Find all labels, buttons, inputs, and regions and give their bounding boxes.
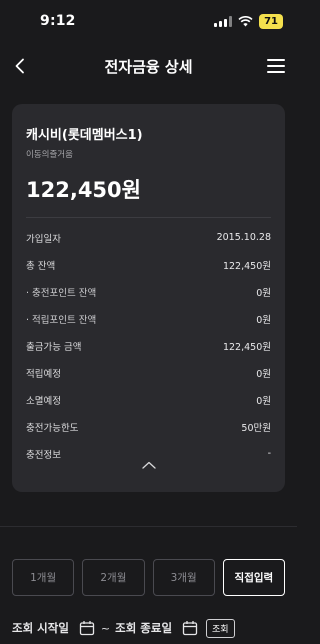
tab-1-month[interactable]: 1개월 [12,559,75,596]
detail-value: 0원 [256,314,271,326]
menu-button[interactable] [265,56,287,76]
wifi-icon [238,16,253,27]
battery-indicator: 71 [259,14,283,29]
range-separator: ~ [100,621,111,635]
detail-label: 충전가능한도 [26,422,79,434]
period-tabs: 1개월 2개월 3개월 직접입력 [12,559,285,596]
section-divider [0,526,297,527]
detail-row-charge-limit: 충전가능한도 50만원 [26,413,271,440]
hamburger-menu-icon [267,59,285,61]
tab-2-months[interactable]: 2개월 [82,559,145,596]
detail-label: 출금가능 금액 [26,341,82,353]
search-button[interactable]: 조회 [206,618,235,638]
detail-value: 2015.10.28 [216,232,271,243]
collapse-button[interactable] [12,461,285,469]
tab-direct-input[interactable]: 직접입력 [222,559,285,596]
detail-label: · 적립포인트 잔액 [26,314,97,326]
detail-label: 적립예정 [26,368,61,380]
detail-row-expected-reward: 적립예정 0원 [26,359,271,386]
detail-row-expected-expiry: 소멸예정 0원 [26,386,271,413]
detail-list: 가입일자 2015.10.28 총 잔액 122,450원 · 충전포인트 잔액… [26,224,271,467]
detail-row-reward-point: · 적립포인트 잔액 0원 [26,305,271,332]
detail-label: 가입일자 [26,233,61,245]
detail-value: 122,450원 [222,260,271,272]
e-finance-card: 캐시비(롯데멤버스1) 이동의즐거움 122,450원 가입일자 2015.10… [12,104,285,492]
card-subtitle: 이동의즐거움 [26,150,73,160]
detail-label: 충전정보 [26,449,61,461]
date-range: 조회 시작일 ~ 조회 종료일 조회 [12,614,285,642]
detail-row-charge-point: · 충전포인트 잔액 0원 [26,278,271,305]
end-date-field[interactable]: 조회 종료일 [115,620,172,636]
card-name: 캐시비(롯데멤버스1) [26,128,143,143]
detail-value: 0원 [256,368,271,380]
detail-value: 122,450원 [222,341,271,353]
signal-icon [214,16,233,27]
detail-value: 0원 [256,395,271,407]
detail-row-join-date: 가입일자 2015.10.28 [26,224,271,251]
divider [26,217,271,218]
card-balance: 122,450원 [26,178,141,202]
detail-value: 0원 [256,287,271,299]
status-time: 9:12 [40,13,76,29]
tab-3-months[interactable]: 3개월 [152,559,215,596]
page-title: 전자금융 상세 [104,58,193,76]
detail-label: 소멸예정 [26,395,61,407]
chevron-up-icon [141,461,156,469]
detail-row-total-balance: 총 잔액 122,450원 [26,251,271,278]
detail-row-withdrawable: 출금가능 금액 122,450원 [26,332,271,359]
detail-value: 50만원 [241,422,271,434]
calendar-icon[interactable] [79,620,95,636]
calendar-icon[interactable] [182,620,198,636]
status-indicators: 71 [214,14,283,29]
status-bar: 9:12 71 [0,0,297,44]
detail-label: · 충전포인트 잔액 [26,287,97,299]
detail-label: 총 잔액 [26,260,56,272]
detail-value: - [267,448,271,459]
nav-bar: 전자금융 상세 [0,44,297,88]
start-date-field[interactable]: 조회 시작일 [12,620,69,636]
